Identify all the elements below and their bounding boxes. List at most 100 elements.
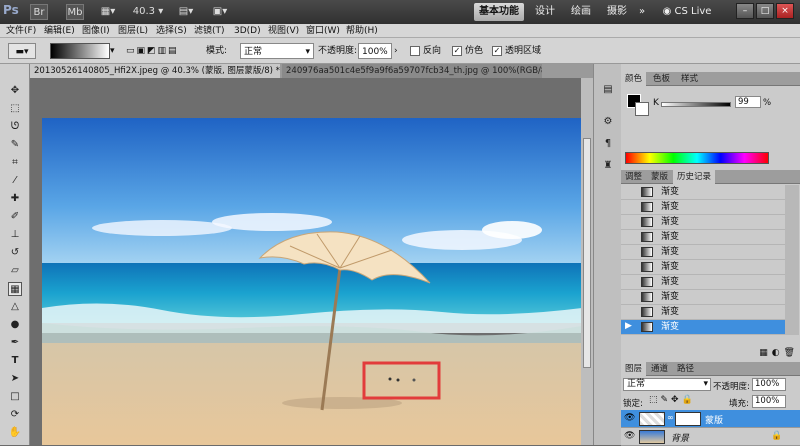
- menu-layer[interactable]: 图层(L): [118, 25, 148, 37]
- menu-edit[interactable]: 编辑(E): [44, 25, 75, 37]
- canvas-area[interactable]: [30, 78, 593, 445]
- doc-tab-inactive[interactable]: 240976aa501c4e5f9a9f6a59707fcb34_th.jpg …: [282, 64, 542, 78]
- zoom-level[interactable]: 40.3 ▾: [128, 4, 168, 20]
- tab-color[interactable]: 颜色: [621, 72, 647, 86]
- layer-name[interactable]: 蒙版: [705, 413, 723, 426]
- type-tool-icon[interactable]: T: [8, 354, 22, 368]
- menu-help[interactable]: 帮助(H): [346, 25, 378, 37]
- history-item[interactable]: 渐变: [621, 200, 785, 215]
- brush-tool-icon[interactable]: ✐: [8, 210, 22, 224]
- gradient-dropdown-icon[interactable]: ▾: [110, 43, 120, 59]
- move-tool-icon[interactable]: ✥: [8, 84, 22, 98]
- blend-mode-select[interactable]: 正常 ▾: [623, 378, 711, 391]
- quick-select-tool-icon[interactable]: ✎: [8, 138, 22, 152]
- 3d-rotate-tool-icon[interactable]: ⟳: [8, 408, 22, 422]
- eye-icon[interactable]: 👁: [624, 431, 635, 441]
- reverse-checkbox[interactable]: [410, 46, 420, 56]
- doc-tab-active[interactable]: 20130526140805_Hfi2X.jpeg @ 40.3% (蒙版, 图…: [30, 64, 280, 78]
- menu-select[interactable]: 选择(S): [156, 25, 187, 37]
- lock-buttons[interactable]: ⬚✎✥🔒: [649, 395, 696, 405]
- menu-filter[interactable]: 滤镜(T): [194, 25, 225, 37]
- tab-paths[interactable]: 路径: [673, 362, 698, 376]
- tab-styles[interactable]: 样式: [677, 72, 702, 86]
- background-swatch[interactable]: [635, 102, 649, 116]
- pen-tool-icon[interactable]: ✒: [8, 336, 22, 350]
- history-item[interactable]: 渐变: [621, 275, 785, 290]
- dither-checkbox[interactable]: ✓: [452, 46, 462, 56]
- dodge-tool-icon[interactable]: ●: [8, 318, 22, 332]
- view-extras-icon[interactable]: ▦▾: [96, 4, 120, 20]
- screen-mode-icon[interactable]: ▣▾: [208, 4, 232, 20]
- minimize-button[interactable]: –: [736, 3, 754, 19]
- more-workspaces-button[interactable]: »: [636, 3, 648, 21]
- layer-mask-thumbnail[interactable]: [675, 412, 701, 426]
- blur-tool-icon[interactable]: △: [8, 300, 22, 314]
- eye-icon[interactable]: 👁: [624, 413, 635, 423]
- tab-layers[interactable]: 图层: [621, 362, 647, 376]
- history-scrollbar[interactable]: [785, 185, 799, 335]
- path-select-tool-icon[interactable]: ➤: [8, 372, 22, 386]
- cs-live-button[interactable]: ◉ CS Live: [656, 3, 718, 21]
- tool-presets-icon[interactable]: ⚙: [600, 114, 616, 130]
- tab-masks[interactable]: 蒙版: [647, 170, 672, 184]
- layer-row[interactable]: 👁 背景 🔒: [621, 428, 800, 446]
- arrange-docs-icon[interactable]: ▤▾: [174, 4, 198, 20]
- gradient-type-buttons[interactable]: ▭▣◩▥▤: [126, 43, 196, 59]
- color-spectrum-ramp[interactable]: [625, 152, 769, 164]
- history-item[interactable]: 渐变: [621, 245, 785, 260]
- eraser-tool-icon[interactable]: ▱: [8, 264, 22, 278]
- workspace-photography[interactable]: 摄影: [602, 3, 632, 21]
- history-item[interactable]: 渐变: [621, 185, 785, 200]
- tool-preset-picker[interactable]: ▬▾: [8, 43, 36, 59]
- shape-tool-icon[interactable]: □: [8, 390, 22, 404]
- crop-tool-icon[interactable]: ⌗: [8, 156, 22, 170]
- workspace-painting[interactable]: 绘画: [566, 3, 596, 21]
- layer-name[interactable]: 背景: [671, 431, 689, 444]
- histogram-panel-icon[interactable]: ▤: [600, 82, 616, 98]
- transparency-checkbox[interactable]: ✓: [492, 46, 502, 56]
- minibridge-button[interactable]: Mb: [66, 4, 84, 20]
- eyedropper-tool-icon[interactable]: ⁄: [8, 174, 22, 188]
- k-slider[interactable]: [661, 102, 731, 107]
- clone-source-icon[interactable]: ♜: [600, 158, 616, 174]
- bridge-button[interactable]: Br: [30, 4, 48, 20]
- gradient-picker[interactable]: [50, 43, 110, 59]
- stamp-tool-icon[interactable]: ⊥: [8, 228, 22, 242]
- workspace-design[interactable]: 设计: [530, 3, 560, 21]
- menu-image[interactable]: 图像(I): [82, 25, 110, 37]
- history-item[interactable]: 渐变: [621, 260, 785, 275]
- paragraph-panel-icon[interactable]: ¶: [600, 136, 616, 152]
- k-value-input[interactable]: 99: [735, 96, 761, 108]
- tab-channels[interactable]: 通道: [647, 362, 672, 376]
- beach-photo[interactable]: [42, 118, 582, 445]
- mode-select[interactable]: 正常 ▾: [240, 43, 314, 59]
- opacity-slider-icon[interactable]: ›: [394, 43, 402, 59]
- workspace-essentials[interactable]: 基本功能: [474, 3, 524, 21]
- healing-tool-icon[interactable]: ✚: [8, 192, 22, 206]
- history-item[interactable]: 渐变: [621, 305, 785, 320]
- layer-opacity-input[interactable]: 100%: [752, 378, 786, 391]
- hand-tool-icon[interactable]: ✋: [8, 426, 22, 440]
- scroll-thumb[interactable]: [583, 138, 591, 368]
- vertical-scrollbar[interactable]: [581, 78, 593, 445]
- opacity-input[interactable]: 100%: [358, 43, 392, 59]
- marquee-tool-icon[interactable]: ⬚: [8, 102, 22, 116]
- layer-row-selected[interactable]: 👁 ∞ 蒙版: [621, 410, 800, 428]
- history-brush-tool-icon[interactable]: ↺: [8, 246, 22, 260]
- lasso-tool-icon[interactable]: ᘎ: [8, 120, 22, 134]
- menu-view[interactable]: 视图(V): [268, 25, 299, 37]
- maximize-button[interactable]: □: [756, 3, 774, 19]
- history-item[interactable]: 渐变: [621, 215, 785, 230]
- menu-file[interactable]: 文件(F): [6, 25, 36, 37]
- gradient-tool-icon[interactable]: ▦: [8, 282, 22, 296]
- tab-history[interactable]: 历史记录: [673, 170, 716, 184]
- menu-3d[interactable]: 3D(D): [234, 25, 261, 37]
- tab-adjustments[interactable]: 调整: [621, 170, 646, 184]
- history-item-selected[interactable]: ▶ 渐变: [621, 320, 785, 335]
- history-item[interactable]: 渐变: [621, 290, 785, 305]
- history-item[interactable]: 渐变: [621, 230, 785, 245]
- close-button[interactable]: ×: [776, 3, 794, 19]
- fill-input[interactable]: 100%: [752, 395, 786, 408]
- tab-swatches[interactable]: 色板: [649, 72, 674, 86]
- history-footer-buttons[interactable]: ▦◐🗑: [721, 348, 799, 360]
